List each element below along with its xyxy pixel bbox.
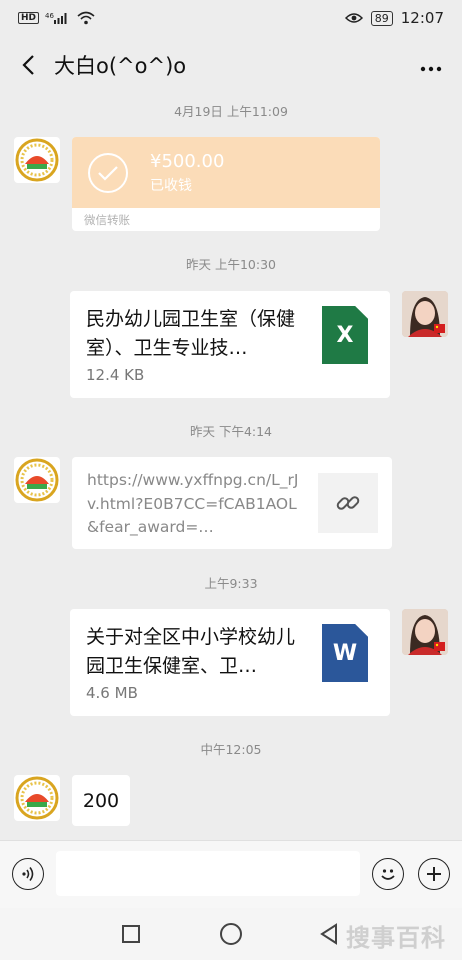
circle-icon bbox=[220, 923, 242, 945]
profile-photo-icon bbox=[402, 609, 448, 655]
square-icon bbox=[122, 925, 140, 943]
chat-title: 大白o(^o^)o bbox=[54, 54, 187, 78]
system-nav-bar: 搜事百科 bbox=[0, 908, 462, 960]
recent-apps-button[interactable] bbox=[118, 921, 144, 947]
text-message[interactable]: 200 bbox=[72, 775, 130, 826]
clock: 12:07 bbox=[400, 9, 444, 27]
transfer-amount: ¥500.00 bbox=[150, 150, 225, 172]
kindergarten-logo-icon bbox=[15, 458, 59, 502]
file-message-excel[interactable]: 民办幼儿园卫生室（保健室）、卫生专业技… 12.4 KB X bbox=[70, 291, 390, 398]
smiley-icon bbox=[381, 869, 395, 880]
my-avatar[interactable] bbox=[402, 609, 448, 655]
status-bar: HD 46 89 12:07 bbox=[0, 0, 462, 36]
profile-photo-icon bbox=[402, 291, 448, 337]
chat-header: 大白o(^o^)o bbox=[0, 36, 462, 94]
emoji-button[interactable] bbox=[372, 858, 404, 890]
more-icon bbox=[420, 66, 442, 71]
transfer-footer: 微信转账 bbox=[84, 213, 130, 227]
contact-avatar[interactable] bbox=[14, 457, 60, 503]
input-bar bbox=[0, 840, 462, 908]
chevron-left-icon bbox=[22, 55, 34, 75]
link-message[interactable]: https://www.yxffnpg.cn/L_rJv.html?E0B7CC… bbox=[72, 457, 392, 549]
hd-badge: HD bbox=[18, 12, 40, 24]
more-options-button[interactable] bbox=[414, 53, 448, 78]
file-name: 关于对全区中小学校幼儿园卫生保健室、卫… bbox=[86, 626, 296, 677]
file-message-word[interactable]: 关于对全区中小学校幼儿园卫生保健室、卫… 4.6 MB W bbox=[70, 609, 390, 716]
word-file-icon: W bbox=[322, 624, 368, 682]
voice-icon bbox=[22, 867, 34, 881]
battery-indicator: 89 bbox=[370, 10, 393, 26]
timestamp: 上午9:33 bbox=[204, 576, 258, 591]
eye-icon bbox=[344, 13, 363, 23]
wifi-icon bbox=[77, 11, 95, 25]
watermark: 搜事百科 bbox=[346, 924, 446, 952]
timestamp: 昨天 下午4:14 bbox=[189, 424, 273, 439]
kindergarten-logo-icon bbox=[15, 138, 59, 182]
back-nav-button[interactable] bbox=[316, 921, 342, 947]
back-button[interactable] bbox=[14, 51, 42, 79]
message-input[interactable] bbox=[56, 851, 360, 896]
file-name: 民办幼儿园卫生室（保健室）、卫生专业技… bbox=[86, 308, 296, 359]
more-functions-button[interactable] bbox=[418, 858, 450, 890]
transfer-status: 已收钱 bbox=[150, 177, 192, 194]
voice-input-button[interactable] bbox=[12, 858, 44, 890]
plus-icon bbox=[427, 867, 441, 881]
file-size: 4.6 MB bbox=[86, 684, 138, 702]
excel-file-icon: X bbox=[322, 306, 368, 364]
signal-icon: 46 bbox=[45, 12, 67, 24]
svg-text:46: 46 bbox=[45, 12, 54, 20]
link-thumbnail bbox=[318, 473, 378, 533]
kindergarten-logo-icon bbox=[15, 776, 59, 820]
triangle-back-icon bbox=[320, 923, 337, 945]
timestamp: 昨天 上午10:30 bbox=[186, 257, 276, 272]
check-circle-icon bbox=[88, 152, 128, 193]
file-size: 12.4 KB bbox=[86, 366, 145, 384]
home-button[interactable] bbox=[218, 921, 244, 947]
contact-avatar[interactable] bbox=[14, 137, 60, 183]
contact-avatar[interactable] bbox=[14, 775, 60, 821]
transfer-card[interactable]: ¥500.00 已收钱 微信转账 bbox=[72, 137, 380, 231]
link-icon bbox=[336, 496, 360, 510]
my-avatar[interactable] bbox=[402, 291, 448, 337]
transfer-header: ¥500.00 已收钱 bbox=[72, 137, 380, 208]
timestamp: 中午12:05 bbox=[200, 742, 262, 757]
link-url: https://www.yxffnpg.cn/L_rJv.html?E0B7CC… bbox=[87, 471, 299, 536]
timestamp: 4月19日 上午11:09 bbox=[174, 104, 288, 119]
